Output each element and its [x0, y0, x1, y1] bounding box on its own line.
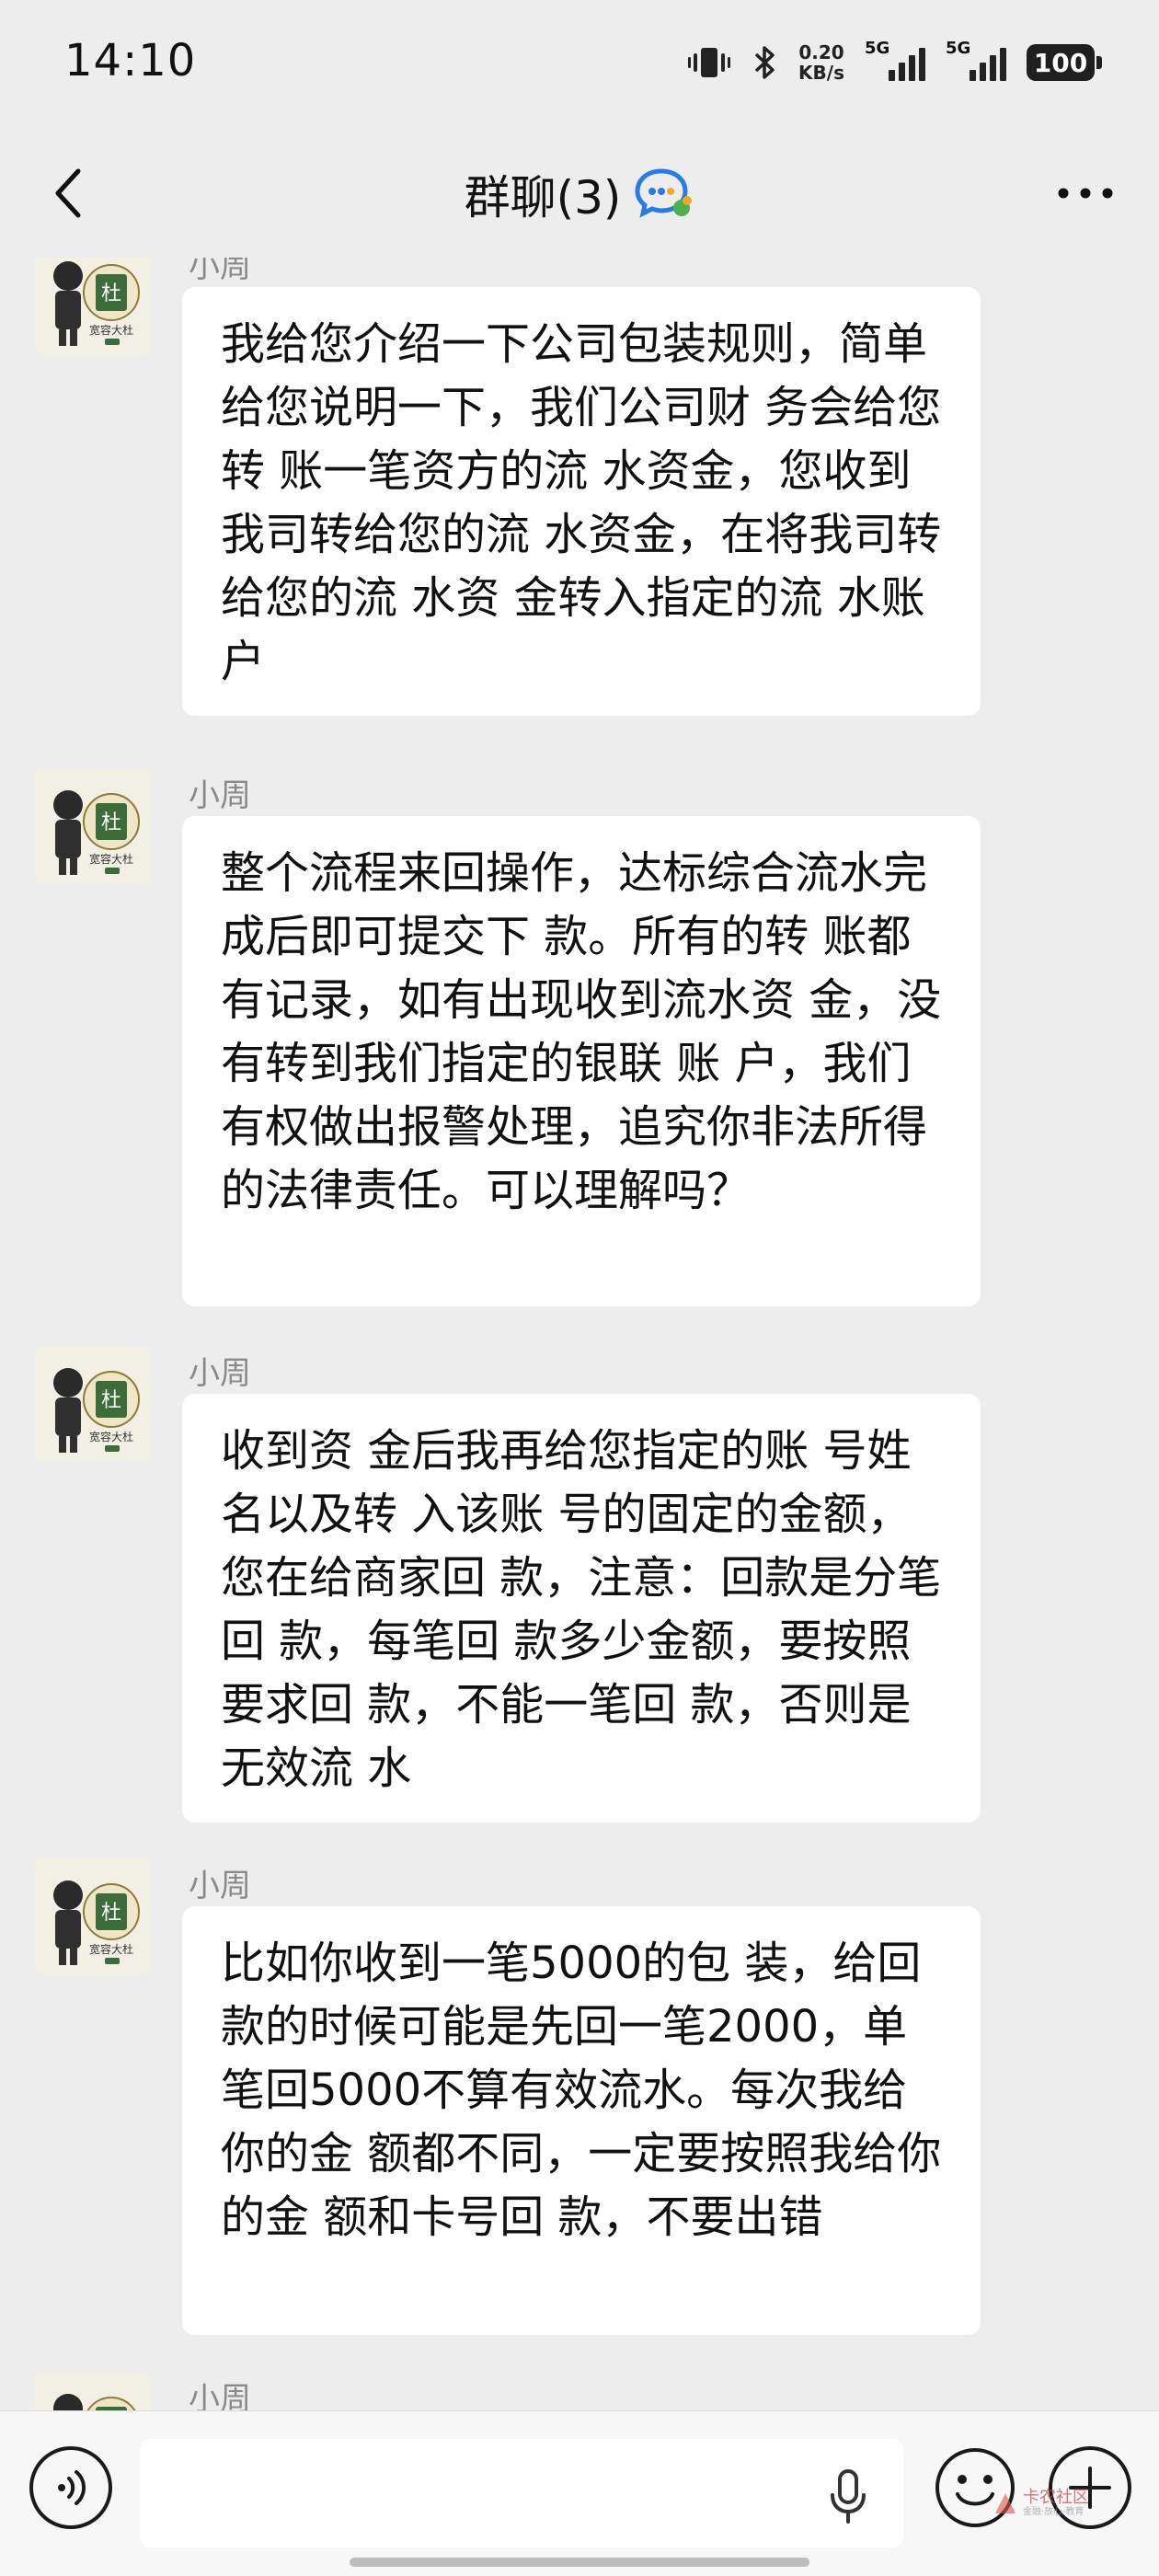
mic-button[interactable]	[820, 2467, 876, 2527]
avatar-image: 杜 宽容大杜	[35, 258, 151, 355]
message-list[interactable]: 杜 宽容大杜 小周 我给您介绍一下公司包装规则，简单给您说明一下，我们公司财 务…	[0, 258, 1159, 2410]
avatar-char: 杜	[101, 811, 121, 834]
network-speed-value: 0.20	[798, 41, 844, 63]
avatar-caption: 宽容大杜	[89, 1942, 133, 1956]
chat-screen: 14:10 0.20 KB/s 5G 5G 100 群聊(3) 杜 宽容大杜 小…	[0, 0, 1159, 2576]
avatar[interactable]: 杜	[35, 2372, 151, 2410]
avatar-char: 杜	[101, 282, 121, 305]
sender-name: 小周	[189, 2381, 251, 2410]
message-input[interactable]	[140, 2439, 903, 2547]
watermark-subtext: 金融·放心·教育	[1023, 2507, 1084, 2517]
avatar[interactable]: 杜 宽容大杜	[35, 768, 151, 884]
voice-icon	[58, 2470, 86, 2505]
status-time: 14:10	[64, 35, 197, 86]
chat-title-wrap: 群聊(3)	[0, 161, 1159, 227]
message-bubble[interactable]: 我给您介绍一下公司包装规则，简单给您说明一下，我们公司财 务会给您转 账一笔资方…	[182, 287, 981, 716]
chat-header: 群聊(3)	[0, 124, 1159, 262]
sim1-network-type: 5G	[865, 39, 890, 58]
input-bar	[0, 2410, 1159, 2576]
avatar-image: 杜 宽容大杜	[35, 1346, 151, 1462]
sim2-network-type: 5G	[946, 39, 971, 58]
avatar-caption: 宽容大杜	[89, 1430, 133, 1443]
chat-title: 群聊(3)	[464, 171, 622, 224]
avatar-char: 杜	[101, 1902, 121, 1925]
signal-icon-sim2: 5G	[946, 39, 1006, 81]
message-bubble[interactable]: 整个流程来回操作，达标综合流水完成后即可提交下 款。所有的转 账都有记录，如有出…	[182, 816, 981, 1306]
network-speed-unit: KB/s	[798, 62, 844, 84]
sender-name: 小周	[189, 777, 251, 814]
status-icons: 0.20 KB/s 5G 5G 100	[688, 37, 1102, 88]
avatar-caption: 宽容大杜	[89, 852, 133, 866]
battery-level: 100	[1033, 47, 1088, 78]
more-button[interactable]	[1049, 161, 1122, 225]
network-speed: 0.20 KB/s	[798, 42, 844, 83]
home-indicator[interactable]	[350, 2558, 809, 2567]
bluetooth-icon	[751, 44, 778, 81]
more-icon	[1058, 188, 1113, 199]
watermark-text: 卡农社区	[1023, 2488, 1089, 2507]
voice-button[interactable]	[29, 2446, 112, 2529]
avatar-char: 杜	[101, 1389, 121, 1412]
avatar-image: 杜	[35, 2372, 151, 2410]
sender-name: 小周	[189, 258, 251, 285]
mic-icon	[831, 2469, 866, 2524]
avatar[interactable]: 杜 宽容大杜	[35, 1346, 151, 1462]
message-bubble[interactable]: 比如你收到一笔5000的包 装，给回 款的时候可能是先回一笔2000，单笔回50…	[182, 1906, 981, 2335]
avatar-image: 杜 宽容大杜	[35, 768, 151, 884]
watermark: 卡农社区 金融·放心·教育	[993, 2489, 1089, 2518]
watermark-logo-icon	[995, 2493, 1016, 2513]
avatar-image: 杜 宽容大杜	[35, 1858, 151, 1974]
vibrate-icon	[688, 44, 731, 81]
battery-icon: 100	[1027, 44, 1102, 81]
group-chat-icon	[635, 168, 693, 218]
sender-name: 小周	[189, 1868, 251, 1904]
avatar-caption: 宽容大杜	[89, 323, 133, 337]
avatar[interactable]: 杜 宽容大杜	[35, 258, 151, 355]
signal-icon-sim1: 5G	[865, 39, 925, 81]
avatar[interactable]: 杜 宽容大杜	[35, 1858, 151, 1974]
sender-name: 小周	[189, 1355, 251, 1392]
message-bubble[interactable]: 收到资 金后我再给您指定的账 号姓名以及转 入该账 号的固定的金额，您在给商家回…	[182, 1394, 981, 1823]
status-bar: 14:10 0.20 KB/s 5G 5G 100	[0, 0, 1159, 124]
